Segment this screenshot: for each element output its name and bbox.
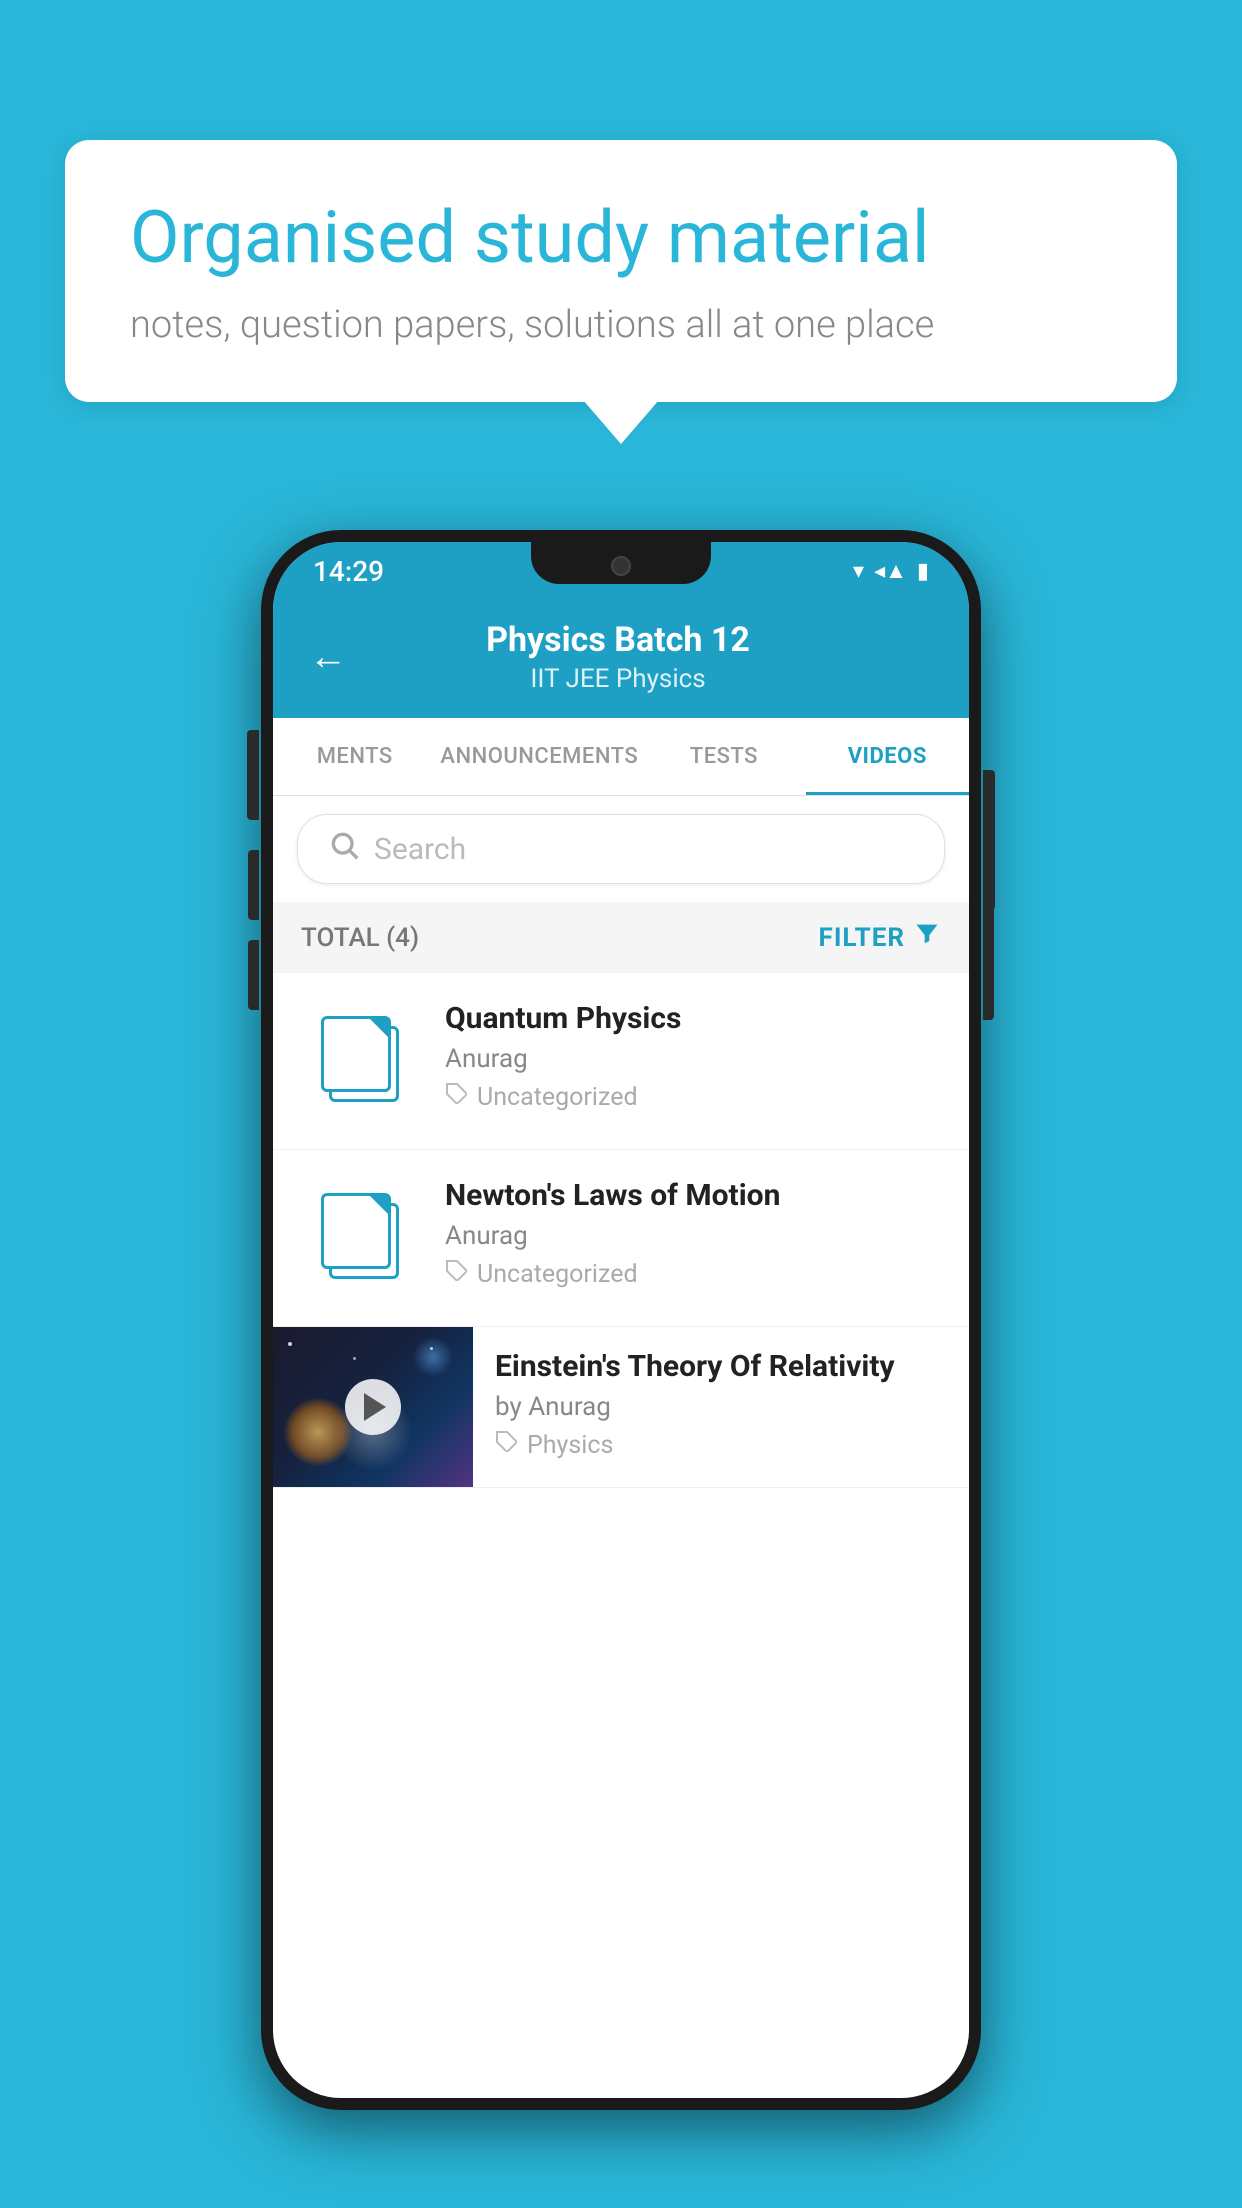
- volume-up-button[interactable]: [248, 850, 259, 920]
- video-list: Quantum Physics Anurag Uncategorized: [273, 973, 969, 1488]
- tag-icon: [495, 1430, 519, 1461]
- video-author: Anurag: [445, 1221, 941, 1251]
- star-decoration: [288, 1342, 292, 1346]
- phone-outer: 14:29 ▾ ◂▲ ▮ ← Physics Batch 12 IIT JEE …: [261, 530, 981, 2110]
- tag-text: Uncategorized: [477, 1260, 638, 1289]
- battery-icon: ▮: [917, 559, 929, 584]
- star-decoration: [353, 1357, 356, 1360]
- tag-icon: [445, 1082, 469, 1113]
- header-title-group: Physics Batch 12 IIT JEE Physics: [371, 620, 865, 694]
- header-sub-title: IIT JEE Physics: [371, 664, 865, 694]
- phone-notch: [531, 542, 711, 584]
- list-item[interactable]: Einstein's Theory Of Relativity by Anura…: [273, 1327, 969, 1488]
- tag-text: Physics: [527, 1431, 613, 1460]
- video-author: Anurag: [445, 1044, 941, 1074]
- video-thumb-1: [301, 1001, 421, 1121]
- filter-bar: TOTAL (4) FILTER: [273, 902, 969, 973]
- tag-icon: [445, 1259, 469, 1290]
- tab-videos[interactable]: VIDEOS: [806, 718, 969, 795]
- video-info-3: Einstein's Theory Of Relativity by Anura…: [473, 1327, 969, 1483]
- search-icon: [328, 829, 360, 869]
- video-info-2: Newton's Laws of Motion Anurag Uncategor…: [445, 1178, 941, 1290]
- bubble-subtitle: notes, question papers, solutions all at…: [130, 303, 1112, 347]
- tab-announcements[interactable]: ANNOUNCEMENTS: [436, 718, 642, 795]
- tab-ments[interactable]: MENTS: [273, 718, 436, 795]
- file-icon-front: [321, 1193, 391, 1269]
- signal-icon: ◂▲: [874, 558, 907, 584]
- filter-icon: [913, 920, 941, 955]
- total-count: TOTAL (4): [301, 923, 419, 953]
- speech-bubble: Organised study material notes, question…: [65, 140, 1177, 402]
- tab-tests[interactable]: TESTS: [642, 718, 805, 795]
- video-thumb-2: [301, 1178, 421, 1298]
- video-title: Quantum Physics: [445, 1001, 941, 1036]
- status-icons: ▾ ◂▲ ▮: [853, 558, 929, 584]
- filter-label: FILTER: [819, 923, 905, 953]
- video-thumbnail: [273, 1327, 473, 1487]
- play-icon: [364, 1393, 386, 1421]
- file-icon: [321, 1193, 401, 1283]
- star-decoration: [430, 1347, 433, 1350]
- search-bar[interactable]: Search: [297, 814, 945, 884]
- video-tag: Uncategorized: [445, 1259, 941, 1290]
- play-button[interactable]: [345, 1379, 401, 1435]
- search-input[interactable]: Search: [374, 832, 466, 867]
- video-info-1: Quantum Physics Anurag Uncategorized: [445, 1001, 941, 1113]
- tabs-bar: MENTS ANNOUNCEMENTS TESTS VIDEOS: [273, 718, 969, 796]
- video-tag: Physics: [495, 1430, 947, 1461]
- speech-bubble-container: Organised study material notes, question…: [65, 140, 1177, 402]
- phone-screen: 14:29 ▾ ◂▲ ▮ ← Physics Batch 12 IIT JEE …: [273, 542, 969, 2098]
- tag-text: Uncategorized: [477, 1083, 638, 1112]
- video-tag: Uncategorized: [445, 1082, 941, 1113]
- back-button[interactable]: ←: [309, 638, 347, 676]
- wifi-icon: ▾: [853, 559, 864, 584]
- orb-decoration: [413, 1337, 453, 1377]
- header-main-title: Physics Batch 12: [371, 620, 865, 660]
- camera-dot: [611, 556, 631, 576]
- bubble-title: Organised study material: [130, 195, 1112, 281]
- phone-mockup: 14:29 ▾ ◂▲ ▮ ← Physics Batch 12 IIT JEE …: [261, 530, 981, 2110]
- app-header: ← Physics Batch 12 IIT JEE Physics: [273, 600, 969, 718]
- search-container: Search: [273, 796, 969, 902]
- file-icon: [321, 1016, 401, 1106]
- filter-button[interactable]: FILTER: [819, 920, 941, 955]
- status-time: 14:29: [313, 555, 384, 588]
- video-title: Newton's Laws of Motion: [445, 1178, 941, 1213]
- power-button[interactable]: [983, 890, 994, 1020]
- file-icon-front: [321, 1016, 391, 1092]
- video-title: Einstein's Theory Of Relativity: [495, 1349, 947, 1384]
- list-item[interactable]: Quantum Physics Anurag Uncategorized: [273, 973, 969, 1150]
- orb-decoration: [283, 1397, 353, 1467]
- volume-down-button[interactable]: [248, 940, 259, 1010]
- list-item[interactable]: Newton's Laws of Motion Anurag Uncategor…: [273, 1150, 969, 1327]
- video-author: by Anurag: [495, 1392, 947, 1422]
